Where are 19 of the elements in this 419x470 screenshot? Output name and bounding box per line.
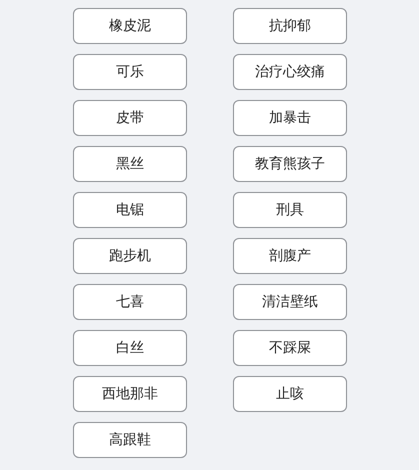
item-button[interactable]: 加暴击: [233, 100, 347, 136]
item-button[interactable]: 白丝: [73, 330, 187, 366]
item-button[interactable]: 电锯: [73, 192, 187, 228]
item-button[interactable]: 高跟鞋: [73, 422, 187, 458]
item-button[interactable]: 皮带: [73, 100, 187, 136]
item-button[interactable]: 清洁壁纸: [233, 284, 347, 320]
item-button[interactable]: 橡皮泥: [73, 8, 187, 44]
item-button[interactable]: 止咳: [233, 376, 347, 412]
item-button[interactable]: 教育熊孩子: [233, 146, 347, 182]
item-button[interactable]: 可乐: [73, 54, 187, 90]
item-button[interactable]: 七喜: [73, 284, 187, 320]
item-button[interactable]: 剖腹产: [233, 238, 347, 274]
item-button[interactable]: 抗抑郁: [233, 8, 347, 44]
item-button[interactable]: 不踩屎: [233, 330, 347, 366]
item-button[interactable]: 西地那非: [73, 376, 187, 412]
item-button[interactable]: 治疗心绞痛: [233, 54, 347, 90]
item-button[interactable]: 跑步机: [73, 238, 187, 274]
item-button[interactable]: 黑丝: [73, 146, 187, 182]
item-button[interactable]: 刑具: [233, 192, 347, 228]
